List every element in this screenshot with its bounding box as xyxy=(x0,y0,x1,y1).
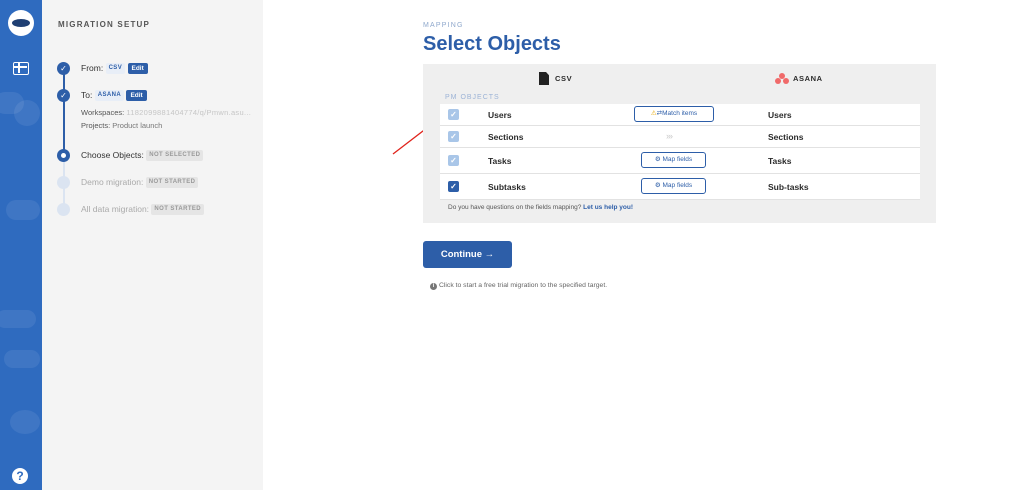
continue-button[interactable]: Continue → xyxy=(423,241,512,268)
check-icon: ✓ xyxy=(57,62,70,75)
target-name: ASANA xyxy=(793,74,823,83)
target-header: ASANA xyxy=(775,73,823,84)
rail-decoration xyxy=(10,410,40,434)
projects-label: Projects: xyxy=(81,121,111,130)
pm-objects-label: PM OBJECTS xyxy=(445,94,500,101)
sidebar-title: MIGRATION SETUP xyxy=(58,20,151,29)
rail-decoration xyxy=(0,310,36,328)
step-all-data-migration: All data migration: NOT STARTED xyxy=(57,203,205,216)
mapping-question: Do you have questions on the fields mapp… xyxy=(448,204,633,211)
workspaces-label: Workspaces: xyxy=(81,108,125,117)
file-icon xyxy=(539,72,549,85)
edit-target-button[interactable]: Edit xyxy=(126,90,147,102)
source-object: Subtasks xyxy=(488,182,526,192)
gear-icon: ⚙ xyxy=(654,182,661,189)
checkbox[interactable]: ✓ xyxy=(448,155,459,166)
chevrons-icon: ››› xyxy=(666,131,673,141)
map-fields-button[interactable]: ⚙ Map fields xyxy=(641,152,706,168)
match-items-button[interactable]: ⚠⇄Match items xyxy=(634,106,714,122)
map-fields-button[interactable]: ⚙ Map fields xyxy=(641,178,706,194)
mapping-panel: CSV ASANA PM OBJECTS ✓ Users ⚠⇄Match ite… xyxy=(423,64,936,223)
table-row: ✓ Users ⚠⇄Match items Users xyxy=(440,104,920,126)
asana-icon xyxy=(775,73,789,84)
all-data-migration-label: All data migration: xyxy=(81,204,150,214)
table-row: ✓ Sections ››› Sections xyxy=(440,126,920,148)
checkbox[interactable]: ✓ xyxy=(448,181,459,192)
checkbox[interactable]: ✓ xyxy=(448,109,459,120)
table-row: ✓ Subtasks ⚙ Map fields Sub-tasks xyxy=(440,174,920,200)
gear-icon: ⚙ xyxy=(654,156,661,163)
check-icon: ✓ xyxy=(57,89,70,102)
all-data-migration-status: NOT STARTED xyxy=(151,204,205,216)
objects-table: ✓ Users ⚠⇄Match items Users ✓ Sections ›… xyxy=(440,104,920,200)
from-label: From: xyxy=(81,63,104,73)
target-object: Tasks xyxy=(768,156,792,166)
app-logo-icon[interactable] xyxy=(8,10,34,36)
source-tag: CSV xyxy=(105,63,126,75)
table-row: ✓ Tasks ⚙ Map fields Tasks xyxy=(440,148,920,174)
source-object: Sections xyxy=(488,132,524,142)
help-icon[interactable]: ? xyxy=(12,468,28,484)
source-object: Tasks xyxy=(488,156,512,166)
source-name: CSV xyxy=(555,74,573,83)
target-object: Sections xyxy=(768,132,804,142)
match-items-label: Match items xyxy=(662,110,698,117)
current-step-icon xyxy=(57,149,70,162)
help-link[interactable]: Let us help you! xyxy=(583,204,633,211)
app-rail: ? xyxy=(0,0,42,490)
rail-decoration xyxy=(4,350,40,368)
step-from: ✓ From: CSV Edit xyxy=(57,62,148,75)
objects-icon[interactable] xyxy=(13,62,29,75)
hint-text: Click to start a free trial migration to… xyxy=(439,282,608,289)
to-label: To: xyxy=(81,90,93,100)
pending-step-icon xyxy=(57,176,70,189)
workspaces-value: 1182099881404774/q/Pmwn.asu... xyxy=(126,108,252,117)
rail-decoration xyxy=(14,100,40,126)
page-title: Select Objects xyxy=(423,33,561,55)
target-tag: ASANA xyxy=(94,90,125,102)
rail-decoration xyxy=(6,200,40,220)
target-object: Sub-tasks xyxy=(768,182,809,192)
step-demo-migration: Demo migration: NOT STARTED xyxy=(57,176,199,189)
migration-setup-sidebar: MIGRATION SETUP ✓ From: CSV Edit ✓ To: A… xyxy=(42,0,263,490)
map-fields-label: Map fields xyxy=(662,182,693,189)
projects-value: Product launch xyxy=(112,121,163,130)
choose-objects-status: NOT SELECTED xyxy=(146,150,204,162)
question-text: Do you have questions on the fields mapp… xyxy=(448,204,582,211)
section-kicker: MAPPING xyxy=(423,22,464,29)
demo-migration-status: NOT STARTED xyxy=(145,177,199,189)
step-to: ✓ To: ASANA Edit Workspaces: 11820998814… xyxy=(57,89,251,132)
map-fields-label: Map fields xyxy=(662,156,693,163)
pending-step-icon xyxy=(57,203,70,216)
target-object: Users xyxy=(768,110,792,120)
continue-hint: i Click to start a free trial migration t… xyxy=(430,282,607,290)
choose-objects-label: Choose Objects: xyxy=(81,150,144,160)
info-icon: i xyxy=(430,283,437,290)
checkbox[interactable]: ✓ xyxy=(448,131,459,142)
source-object: Users xyxy=(488,110,512,120)
source-header: CSV xyxy=(539,72,572,85)
step-choose-objects: Choose Objects: NOT SELECTED xyxy=(57,149,204,162)
edit-source-button[interactable]: Edit xyxy=(127,63,148,75)
demo-migration-label: Demo migration: xyxy=(81,177,144,187)
